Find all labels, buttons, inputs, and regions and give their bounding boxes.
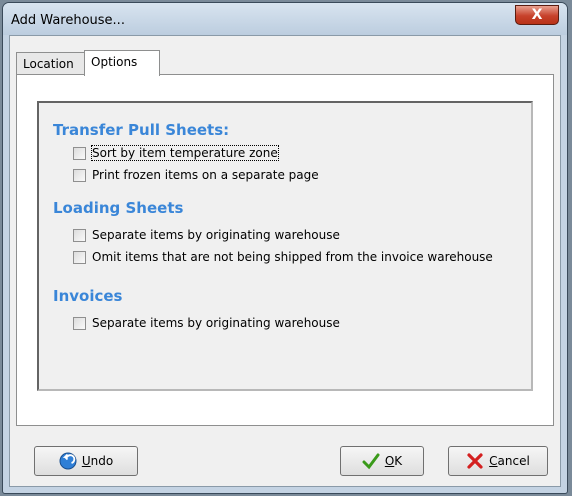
section-heading-invoices: Invoices [53, 287, 123, 305]
tab-options[interactable]: Options [84, 50, 160, 76]
checkbox-invoices-separate-by-warehouse[interactable]: Separate items by originating warehouse [73, 315, 340, 331]
option-label: Omit items that are not being shipped fr… [92, 250, 493, 264]
ok-mnemonic: O [384, 454, 395, 468]
options-group-box: Transfer Pull Sheets: Sort by item tempe… [37, 101, 533, 391]
undo-arrow-icon [59, 452, 77, 470]
dialog-body: Location Options Transfer Pull Sheets: S… [9, 35, 561, 487]
undo-label: ndo [90, 454, 114, 468]
title-bar[interactable]: Add Warehouse... X [3, 3, 567, 35]
cancel-button[interactable]: Cancel [448, 446, 548, 476]
undo-mnemonic: U [81, 454, 91, 468]
options-tab-panel: Transfer Pull Sheets: Sort by item tempe… [16, 74, 554, 426]
tab-label: Location [23, 57, 74, 71]
checkbox-box[interactable] [73, 228, 86, 242]
ok-button[interactable]: OK [340, 446, 424, 476]
ok-label: K [394, 454, 403, 468]
option-label: Separate items by originating warehouse [92, 228, 340, 242]
tab-location[interactable]: Location [16, 52, 86, 74]
undo-button[interactable]: Undo [34, 446, 138, 476]
option-label: Separate items by originating warehouse [92, 316, 340, 330]
close-button[interactable]: X [515, 5, 559, 25]
window-title: Add Warehouse... [11, 13, 125, 28]
cancel-mnemonic: C [489, 454, 498, 468]
checkbox-loading-separate-by-warehouse[interactable]: Separate items by originating warehouse [73, 227, 340, 243]
option-label: Sort by item temperature zone [91, 145, 279, 161]
checkmark-icon [362, 452, 380, 470]
checkbox-box[interactable] [73, 316, 86, 330]
checkbox-sort-by-temperature-zone[interactable]: Sort by item temperature zone [73, 145, 279, 161]
tab-label: Options [91, 55, 138, 69]
section-heading-transfer-pull-sheets: Transfer Pull Sheets: [53, 121, 230, 139]
checkbox-box[interactable] [73, 250, 86, 264]
option-label: Print frozen items on a separate page [92, 168, 319, 182]
checkbox-omit-items-not-shipped[interactable]: Omit items that are not being shipped fr… [73, 249, 493, 265]
checkbox-box[interactable] [73, 168, 86, 182]
section-heading-loading-sheets: Loading Sheets [53, 199, 184, 217]
checkbox-print-frozen-separate-page[interactable]: Print frozen items on a separate page [73, 167, 319, 183]
checkbox-box[interactable] [73, 146, 86, 160]
cancel-label: ancel [497, 454, 530, 468]
dialog-window: Add Warehouse... X Location Options Tran… [2, 2, 568, 494]
close-icon: X [531, 7, 543, 23]
red-x-icon [466, 452, 484, 470]
